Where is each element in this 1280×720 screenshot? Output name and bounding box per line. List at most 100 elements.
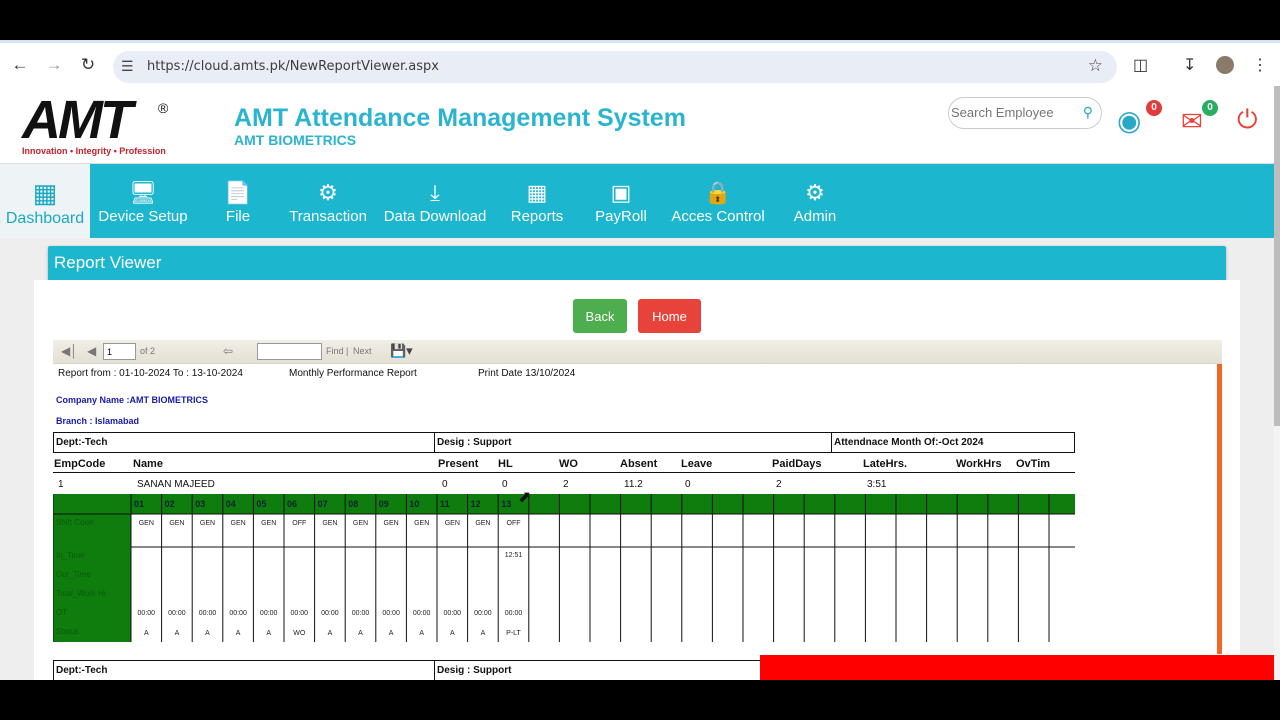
find-input[interactable] bbox=[257, 343, 322, 360]
file-icon: 📄 bbox=[224, 180, 252, 205]
download-icon[interactable]: ↧ bbox=[1183, 55, 1196, 75]
shift-code-cell: OFF bbox=[507, 520, 521, 527]
employee-cell: 2 bbox=[776, 479, 782, 490]
logo-tagline: Innovation • Integrity • Profession bbox=[22, 146, 166, 156]
nav-admin[interactable]: ⚙ Admin bbox=[790, 164, 840, 238]
main-nav: ▦ Dashboard 🖥 Device Setup 📄 File ⚙ Tran… bbox=[0, 164, 1276, 238]
shift-code-cell: GEN bbox=[414, 520, 429, 527]
summary-col-header: Leave bbox=[681, 458, 713, 470]
status-cell: A bbox=[144, 630, 149, 637]
status-cell: A bbox=[266, 630, 271, 637]
page-number-input[interactable] bbox=[103, 343, 136, 360]
day-header: 06 bbox=[287, 499, 297, 509]
day-header: 11 bbox=[440, 499, 450, 509]
summary-col-header: WorkHrs bbox=[956, 458, 1002, 470]
row-label: In_Time bbox=[56, 551, 85, 560]
ot-cell: 00:00 bbox=[138, 610, 156, 617]
status-cell: A bbox=[328, 630, 333, 637]
shift-code-cell: GEN bbox=[353, 520, 368, 527]
monitor-icon: 🖥 bbox=[129, 180, 157, 205]
address-bar[interactable]: ☰ https://cloud.amts.pk/NewReportViewer.… bbox=[113, 51, 1117, 83]
nav-payroll[interactable]: ▣ PayRoll bbox=[590, 164, 652, 238]
location-pin-icon[interactable]: ◉ bbox=[1117, 104, 1141, 137]
page-count: of 2 bbox=[140, 346, 156, 356]
money-icon: ▣ bbox=[610, 180, 632, 205]
status-cell: A bbox=[205, 630, 210, 637]
summary-col-header: LateHrs. bbox=[863, 458, 908, 470]
gears-icon: ⚙ bbox=[805, 180, 825, 205]
summary-col-header: WO bbox=[559, 458, 578, 470]
home-button[interactable]: Home bbox=[638, 299, 701, 333]
shift-code-cell: GEN bbox=[384, 520, 399, 527]
shift-code-cell: GEN bbox=[139, 520, 154, 527]
amt-logo[interactable]: AMT ® Innovation • Integrity • Professio… bbox=[22, 90, 177, 156]
status-cell: A bbox=[236, 630, 241, 637]
back-button[interactable]: Back bbox=[573, 299, 627, 333]
reload-icon[interactable]: ↻ bbox=[78, 55, 98, 75]
nav-dashboard[interactable]: ▦ Dashboard bbox=[0, 164, 90, 238]
day-header-row bbox=[53, 494, 1075, 514]
branch-name: Branch : Islamabad bbox=[56, 416, 140, 426]
day-header: 03 bbox=[195, 499, 205, 509]
gear-icon: ⚙ bbox=[318, 180, 338, 205]
day-header: 12 bbox=[471, 499, 481, 509]
nav-device-setup[interactable]: 🖥 Device Setup bbox=[96, 164, 190, 238]
nav-file[interactable]: 📄 File bbox=[214, 164, 262, 238]
employee-cell: 2 bbox=[563, 479, 569, 490]
logo-text: AMT bbox=[22, 90, 133, 150]
day-header: 02 bbox=[165, 499, 175, 509]
row-label: Total_Work Hr bbox=[56, 589, 107, 598]
export-save-icon[interactable]: 💾▾ bbox=[390, 343, 413, 359]
bookmark-star-icon[interactable]: ☆ bbox=[1088, 56, 1103, 76]
summary-col-header: Present bbox=[438, 458, 479, 470]
dept-label-2: Dept:-Tech bbox=[56, 665, 108, 676]
shift-code-cell: OFF bbox=[292, 520, 306, 527]
day-header: 04 bbox=[226, 499, 236, 509]
grid-body bbox=[131, 514, 1075, 642]
find-link[interactable]: Find bbox=[326, 346, 344, 356]
forward-arrow-icon[interactable]: → bbox=[44, 55, 64, 75]
next-link[interactable]: Next bbox=[353, 346, 372, 356]
employee-cell: 3:51 bbox=[867, 479, 887, 490]
nav-reports[interactable]: ▦ Reports bbox=[505, 164, 569, 238]
status-cell: WO bbox=[293, 630, 306, 637]
prev-page-icon[interactable]: ◀ bbox=[87, 344, 96, 358]
row-label: OT bbox=[56, 608, 67, 617]
day-header: 13 bbox=[501, 499, 511, 509]
status-cell: A bbox=[450, 630, 455, 637]
back-to-parent-icon[interactable]: ⇦ bbox=[223, 344, 233, 358]
employee-cell: SANAN MAJEED bbox=[137, 479, 215, 490]
search-employee-input[interactable] bbox=[951, 105, 1071, 120]
ot-cell: 00:00 bbox=[321, 610, 339, 617]
calendar-icon: ▦ bbox=[526, 180, 548, 205]
extensions-icon[interactable]: ◫ bbox=[1133, 55, 1148, 75]
status-cell: A bbox=[175, 630, 180, 637]
first-page-icon[interactable]: ◀│ bbox=[61, 344, 78, 358]
power-icon[interactable]: ⏻ bbox=[1237, 104, 1258, 136]
desig-label: Desig : Support bbox=[437, 437, 512, 448]
nav-transaction[interactable]: ⚙ Transaction bbox=[286, 164, 370, 238]
nav-access-control[interactable]: 🔒 Acces Control bbox=[668, 164, 768, 238]
row-label: Status bbox=[56, 627, 79, 636]
nav-data-download[interactable]: ⤓ Data Download bbox=[381, 164, 489, 238]
day-header: 01 bbox=[134, 499, 144, 509]
report-page: Report from : 01-10-2024 To : 13-10-2024… bbox=[53, 364, 1219, 680]
site-settings-icon[interactable]: ☰ bbox=[121, 58, 134, 75]
profile-avatar[interactable] bbox=[1216, 56, 1234, 74]
menu-kebab-icon[interactable]: ⋮ bbox=[1252, 55, 1268, 75]
back-arrow-icon[interactable]: ← bbox=[10, 55, 30, 75]
report-viewer-title: Report Viewer bbox=[48, 246, 1226, 281]
app-title: AMT Attendance Management System bbox=[234, 104, 686, 132]
download-icon: ⤓ bbox=[430, 180, 440, 205]
ot-cell: 00:00 bbox=[444, 610, 462, 617]
search-icon[interactable]: ⚲ bbox=[1083, 104, 1093, 121]
report-name: Monthly Performance Report bbox=[289, 368, 417, 379]
search-employee-box[interactable]: ⚲ bbox=[948, 97, 1102, 129]
day-header: 10 bbox=[409, 499, 419, 509]
print-date: Print Date 13/10/2024 bbox=[478, 368, 576, 379]
day-header: 09 bbox=[379, 499, 389, 509]
summary-col-header: HL bbox=[498, 458, 513, 470]
mail-icon[interactable]: ✉ bbox=[1181, 106, 1203, 137]
employee-cell: 0 bbox=[442, 479, 448, 490]
page-scrollbar-thumb[interactable] bbox=[1274, 86, 1280, 426]
